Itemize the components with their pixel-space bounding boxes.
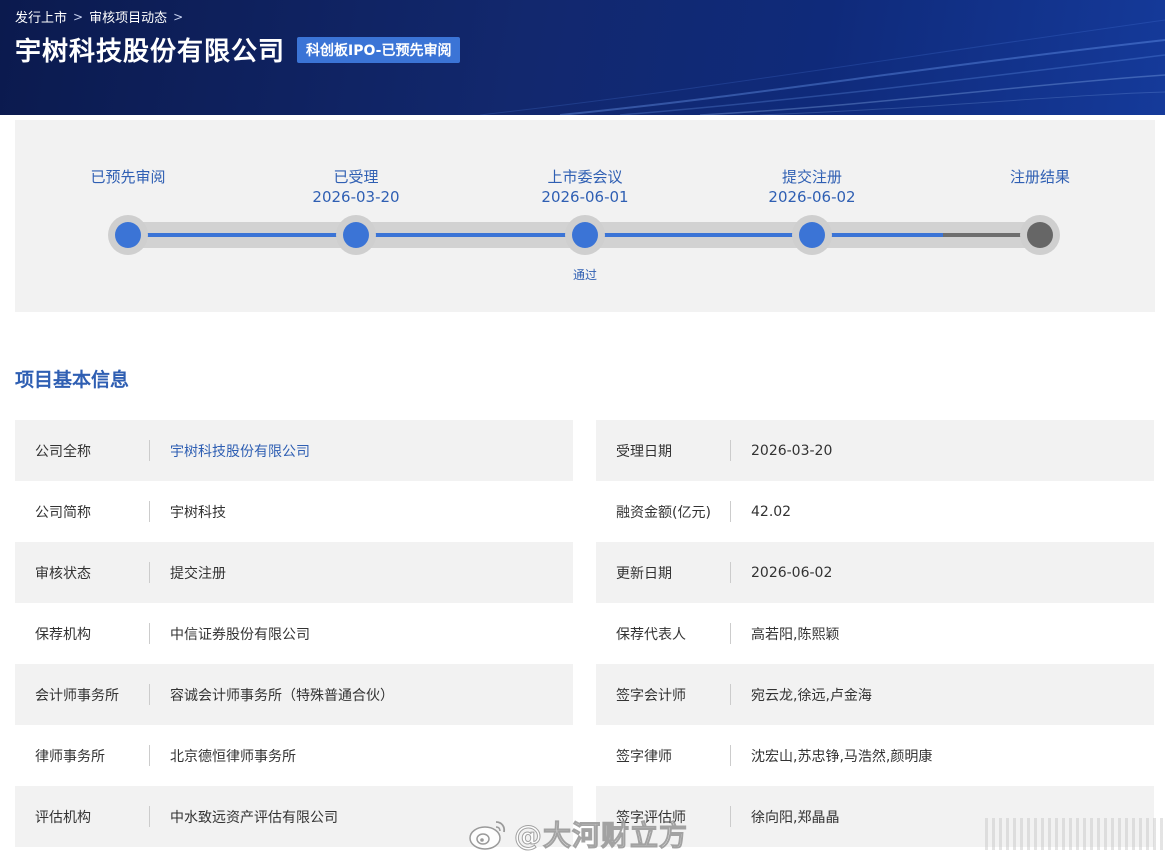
header-banner: 发行上市 > 审核项目动态 > 宇树科技股份有限公司 科创板IPO-已预先审阅	[0, 0, 1165, 115]
info-label: 保荐机构	[15, 603, 150, 664]
info-label: 审核状态	[15, 542, 150, 603]
info-row-company-short-name: 公司简称 宇树科技	[15, 481, 573, 542]
step-node-registration-result	[1020, 215, 1060, 255]
info-value: 2026-06-02	[751, 564, 833, 581]
info-label: 融资金额(亿元)	[596, 481, 731, 542]
step-label-accepted: 已受理 2026-03-20	[276, 167, 436, 207]
step-node-accepted	[336, 215, 376, 255]
weibo-watermark: @大河财立方	[468, 812, 1165, 856]
info-row-sponsor: 保荐机构 中信证券股份有限公司	[15, 603, 573, 664]
info-row-company-full-name: 公司全称 宇树科技股份有限公司	[15, 420, 573, 481]
info-value: 容诚会计师事务所（特殊普通合伙）	[170, 687, 394, 704]
info-row-signing-accountants: 签字会计师 宛云龙,徐远,卢金海	[596, 664, 1154, 725]
step-node-submit-registration	[792, 215, 832, 255]
step-dot	[343, 222, 369, 248]
info-column-left: 公司全称 宇树科技股份有限公司 公司简称 宇树科技 审核状态 提交注册 保荐机构…	[15, 420, 573, 847]
step-date: 2026-03-20	[312, 188, 400, 206]
info-value: 高若阳,陈熙颖	[751, 626, 840, 643]
info-value: 北京德恒律师事务所	[170, 748, 296, 765]
step-name: 提交注册	[781, 168, 842, 186]
step-name: 已预先审阅	[90, 168, 166, 186]
chevron-right-icon: >	[173, 9, 184, 24]
company-name-link[interactable]: 宇树科技股份有限公司	[150, 441, 310, 461]
step-node-pre-review	[108, 215, 148, 255]
info-column-right: 受理日期 2026-03-20 融资金额(亿元) 42.02 更新日期 2026…	[596, 420, 1154, 847]
info-value: 宛云龙,徐远,卢金海	[751, 687, 872, 704]
watermark-text: @大河财立方	[513, 819, 689, 853]
step-dot	[115, 222, 141, 248]
status-badge: 科创板IPO-已预先审阅	[297, 36, 461, 63]
step-label-submit-registration: 提交注册 2026-06-02	[732, 167, 892, 207]
info-row-update-date: 更新日期 2026-06-02	[596, 542, 1154, 603]
step-name: 已受理	[333, 168, 379, 186]
info-value: 42.02	[751, 503, 792, 520]
step-node-listing-committee	[565, 215, 605, 255]
step-label-pre-review: 已预先审阅	[48, 167, 208, 187]
info-label: 更新日期	[596, 542, 731, 603]
info-label: 公司简称	[15, 481, 150, 542]
info-value: 提交注册	[170, 565, 226, 582]
step-dot	[799, 222, 825, 248]
info-label: 签字律师	[596, 725, 731, 786]
info-value: 2026-03-20	[751, 442, 833, 459]
page-title: 宇树科技股份有限公司	[15, 37, 286, 67]
step-name: 上市委会议	[547, 168, 623, 186]
info-value: 沈宏山,苏忠铮,马浩然,颜明康	[751, 748, 933, 765]
info-label: 受理日期	[596, 420, 731, 481]
info-row-accounting-firm: 会计师事务所 容诚会计师事务所（特殊普通合伙）	[15, 664, 573, 725]
step-label-listing-committee: 上市委会议 2026-06-01	[505, 167, 665, 207]
info-row-law-firm: 律师事务所 北京德恒律师事务所	[15, 725, 573, 786]
review-progress-panel: 已预先审阅 已受理 2026-03-20 上市委会议 2026-06-01 提交…	[15, 120, 1155, 312]
section-title: 项目基本信息	[15, 369, 130, 391]
step-date: 2026-06-01	[541, 188, 629, 206]
info-label: 评估机构	[15, 786, 150, 847]
watermark-fade-decoration	[985, 818, 1165, 850]
weibo-icon	[469, 821, 506, 850]
info-row-financing-amount: 融资金额(亿元) 42.02	[596, 481, 1154, 542]
step-note-passed: 通过	[572, 268, 597, 282]
info-row-accept-date: 受理日期 2026-03-20	[596, 420, 1154, 481]
breadcrumb-item-listing[interactable]: 发行上市	[15, 7, 67, 26]
info-row-review-status: 审核状态 提交注册	[15, 542, 573, 603]
info-label: 签字会计师	[596, 664, 731, 725]
info-value: 中信证券股份有限公司	[170, 626, 310, 643]
info-value: 中水致远资产评估有限公司	[170, 809, 338, 826]
step-dot	[572, 222, 598, 248]
info-row-sponsor-representatives: 保荐代表人 高若阳,陈熙颖	[596, 603, 1154, 664]
info-value: 宇树科技	[170, 504, 226, 521]
title-row: 宇树科技股份有限公司 科创板IPO-已预先审阅	[15, 31, 461, 68]
info-label: 保荐代表人	[596, 603, 731, 664]
step-name: 注册结果	[1009, 168, 1070, 186]
breadcrumb-item-review-updates[interactable]: 审核项目动态	[89, 7, 167, 26]
breadcrumb: 发行上市 > 审核项目动态 >	[15, 7, 184, 27]
info-row-signing-lawyers: 签字律师 沈宏山,苏忠铮,马浩然,颜明康	[596, 725, 1154, 786]
info-label: 公司全称	[15, 420, 150, 481]
info-label: 律师事务所	[15, 725, 150, 786]
step-label-registration-result: 注册结果	[960, 167, 1120, 187]
step-date: 2026-06-02	[768, 188, 856, 206]
info-label: 会计师事务所	[15, 664, 150, 725]
step-dot	[1027, 222, 1053, 248]
chevron-right-icon: >	[73, 9, 84, 24]
